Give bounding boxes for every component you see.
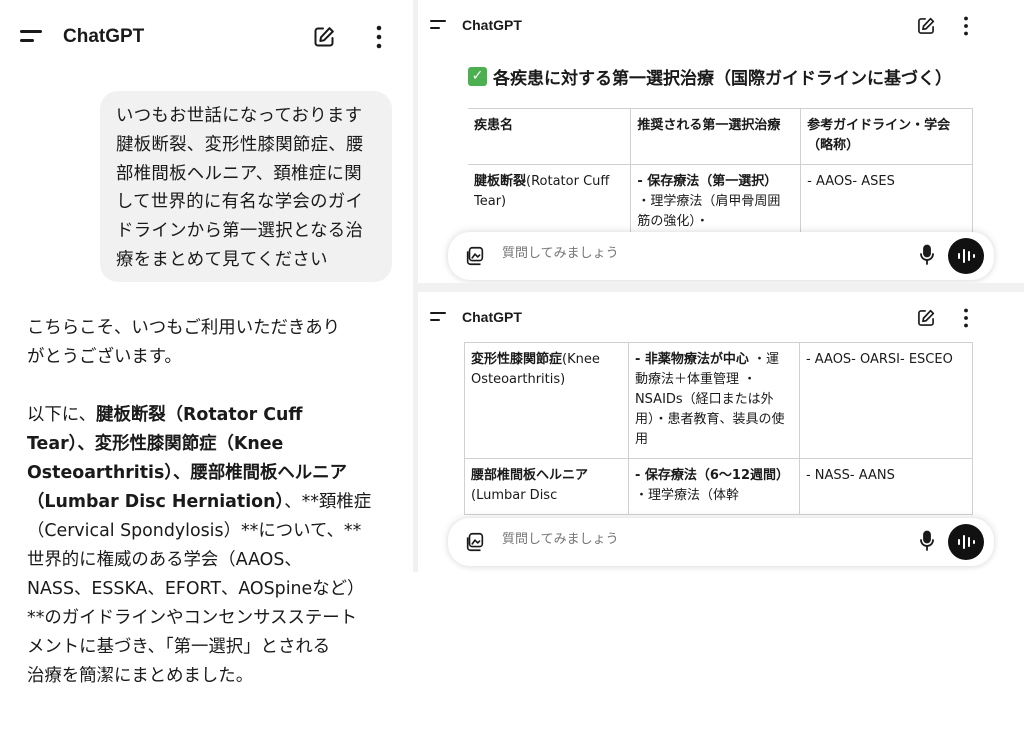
table-header-cell: 参考ガイドライン・学会（略称） — [800, 108, 973, 165]
message-composer — [448, 232, 994, 280]
user-message-line: いつもお世話になっております — [116, 106, 363, 126]
voice-mode-button[interactable] — [948, 524, 984, 560]
attach-icon[interactable] — [464, 531, 486, 553]
chat-panel-top-right: ChatGPT ✓ 各疾患に対する第一選択治療（国際ガイドラインに基づく） 疾患… — [418, 0, 1024, 283]
edit-icon[interactable] — [916, 16, 936, 36]
message-input[interactable] — [502, 246, 862, 261]
voice-mode-icon — [958, 539, 961, 545]
assistant-text-span: 以下に、 — [27, 405, 97, 425]
edit-icon[interactable] — [312, 25, 336, 49]
voice-mode-button[interactable] — [948, 238, 984, 274]
attach-icon[interactable] — [464, 245, 486, 267]
table-cell-disease: 腱板断裂(Rotator Cuff Tear) — [468, 164, 632, 241]
app-header: ChatGPT — [418, 304, 1024, 332]
assistant-text-span: 世界的に権威のある学会（AAOS、 — [27, 550, 302, 570]
treatment-detail: ・理学療法（体幹 — [634, 488, 739, 503]
user-message-line: ドラインから第一選択となる治 — [116, 221, 364, 242]
table-cell-reference: - AAOS- ASES — [800, 164, 973, 241]
table-row: 腰部椎間板ヘルニア (Lumbar Disc - 保存療法（6〜12週間） ・理学… — [464, 458, 974, 515]
guideline-heading-text: 各疾患に対する第一選択治療（国際ガイドラインに基づく） — [493, 69, 952, 89]
voice-mode-icon — [958, 253, 961, 259]
mic-icon[interactable] — [918, 244, 936, 266]
app-title: ChatGPT — [63, 26, 145, 47]
assistant-line: がとうございます。 — [27, 347, 182, 367]
table-header-cell: 推奨される第一選択治療 — [630, 108, 802, 165]
voice-mode-icon — [973, 540, 976, 544]
disease-name: 腰部椎間板ヘルニア — [471, 468, 589, 483]
assistant-text-span: 、**頚椎症 — [284, 492, 372, 512]
table-cell-disease: 腰部椎間板ヘルニア (Lumbar Disc — [464, 458, 629, 515]
table-cell-treatment: - 保存療法（第一選択） ・理学療法（肩甲骨周囲筋の強化）・ — [630, 164, 802, 241]
more-vertical-icon[interactable] — [956, 15, 976, 37]
assistant-paragraph: 以下に、腱板断裂（Rotator Cuff Tear）、変形性膝関節症（Knee… — [27, 401, 397, 691]
treatment-bold: - 保存療法（6〜12週間） — [634, 468, 790, 483]
disease-name: 腱板断裂 — [474, 174, 527, 189]
treatment-bold: - 非薬物療法が中心 — [634, 352, 749, 367]
assistant-text-span: NASS、ESSKA、EFORT、AOSpineなど） — [27, 579, 365, 599]
guideline-heading: ✓ 各疾患に対する第一選択治療（国際ガイドラインに基づく） — [468, 64, 952, 89]
assistant-line: こちらこそ、いつもご利用いただきあり — [27, 318, 341, 338]
voice-mode-icon — [963, 249, 966, 263]
table-cell-disease: 変形性膝関節症(Knee Osteoarthritis) — [464, 342, 629, 459]
table-cell-treatment: - 非薬物療法が中心 ・運動療法＋体重管理 ・NSAIDs（経口または外用）・患… — [627, 342, 800, 459]
voice-mode-icon — [968, 537, 971, 547]
assistant-text-span: **のガイドラインやコンセンサスステート — [27, 608, 358, 628]
assistant-text-span: （Cervical Spondylosis）**について、** — [27, 521, 362, 541]
menu-icon[interactable] — [430, 20, 446, 30]
app-header: ChatGPT — [418, 12, 1024, 40]
more-vertical-icon[interactable] — [956, 307, 976, 329]
treatment-detail: ・理学療法（肩甲骨周囲筋の強化）・ — [637, 194, 781, 229]
check-mark-icon: ✓ — [468, 67, 487, 86]
table-cell-reference: - AAOS- OARSI- ESCEO — [798, 342, 974, 459]
assistant-paragraph: こちらこそ、いつもご利用いただきあり がとうございます。 — [27, 314, 397, 372]
assistant-bold-span: 腱板断裂（Rotator Cuff — [96, 405, 303, 425]
disease-name: 変形性膝関節症 — [471, 352, 563, 367]
chat-panel-bottom-right: ChatGPT 変形性膝関節症(Knee Osteoarthritis) - 非… — [418, 292, 1024, 572]
message-input[interactable] — [502, 532, 862, 547]
guideline-table: 変形性膝関節症(Knee Osteoarthritis) - 非薬物療法が中心 … — [464, 342, 974, 515]
voice-mode-icon — [968, 251, 971, 261]
voice-mode-icon — [963, 535, 966, 549]
chat-panel-left: ChatGPT いつもお世話になっております 腱板断裂、変形性膝関節症、腰 部椎… — [0, 0, 413, 731]
app-header: ChatGPT — [0, 18, 413, 58]
table-cell-treatment: - 保存療法（6〜12週間） ・理学療法（体幹 — [627, 458, 800, 515]
blank-area — [418, 572, 1024, 731]
user-message-line: 療をまとめて見てください — [116, 249, 328, 270]
assistant-text-span: メントに基づき、「第一選択」とされる — [27, 637, 331, 657]
table-cell-reference: - NASS- AANS — [798, 458, 974, 515]
edit-icon[interactable] — [916, 308, 936, 328]
user-message-line: 腱板断裂、変形性膝関節症、腰 — [116, 134, 364, 155]
message-composer — [448, 518, 994, 566]
user-message-line: 部椎間板ヘルニア、頚椎症に関 — [116, 163, 362, 184]
table-row: 変形性膝関節症(Knee Osteoarthritis) - 非薬物療法が中心 … — [464, 342, 974, 459]
disease-name-en: (Lumbar Disc — [471, 488, 558, 503]
assistant-bold-span: Tear）、変形性膝関節症（Knee — [27, 434, 284, 454]
treatment-bold: - 保存療法（第一選択） — [637, 174, 778, 189]
menu-icon[interactable] — [20, 30, 42, 44]
table-header-cell: 疾患名 — [468, 108, 632, 165]
assistant-text-span: 治療を簡潔にまとめました。 — [27, 666, 254, 686]
more-vertical-icon[interactable] — [367, 24, 391, 50]
user-message-line: して世界的に有名な学会のガイ — [116, 192, 364, 213]
mic-icon[interactable] — [918, 530, 936, 552]
app-title: ChatGPT — [462, 17, 522, 33]
guideline-table: 疾患名 推奨される第一選択治療 参考ガイドライン・学会（略称） 腱板断裂(Rot… — [468, 108, 973, 241]
user-message-bubble: いつもお世話になっております 腱板断裂、変形性膝関節症、腰 部椎間板ヘルニア、頚… — [100, 91, 392, 282]
table-header-row: 疾患名 推奨される第一選択治療 参考ガイドライン・学会（略称） — [468, 108, 973, 165]
panel-divider — [418, 283, 1024, 292]
app-title: ChatGPT — [462, 309, 522, 325]
assistant-bold-span: （Lumbar Disc Herniation） — [27, 492, 285, 512]
assistant-bold-span: Osteoarthritis）、腰部椎間板ヘルニア — [27, 463, 347, 483]
assistant-message: こちらこそ、いつもご利用いただきあり がとうございます。 以下に、腱板断裂（Ro… — [27, 314, 397, 720]
table-row: 腱板断裂(Rotator Cuff Tear) - 保存療法（第一選択） ・理学… — [468, 164, 973, 241]
menu-icon[interactable] — [430, 312, 446, 322]
voice-mode-icon — [973, 254, 976, 258]
